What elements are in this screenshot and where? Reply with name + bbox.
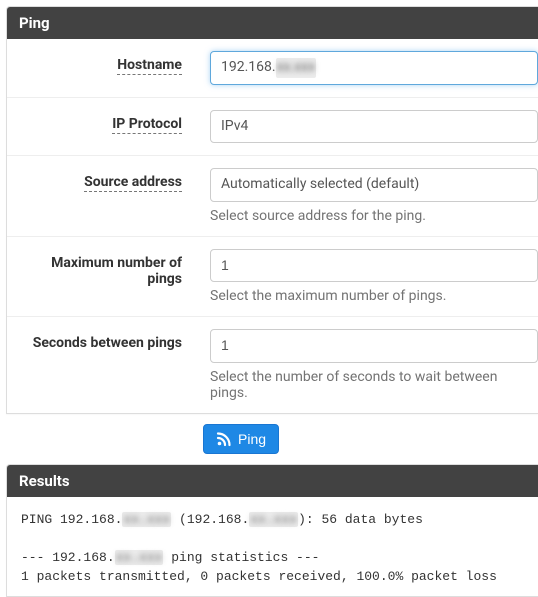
max-pings-input[interactable] bbox=[210, 249, 538, 283]
ping-button-label: Ping bbox=[238, 431, 266, 447]
rss-icon bbox=[216, 431, 232, 447]
ip-protocol-select[interactable]: IPv4 bbox=[210, 110, 538, 144]
results-output: PING 192.168.xx.xxx (192.168.xx.xxx): 56… bbox=[7, 497, 538, 596]
source-address-help: Select source address for the ping. bbox=[210, 208, 538, 224]
label-source-address: Source address bbox=[7, 168, 194, 190]
row-source-address: Source address Automatically selected (d… bbox=[7, 156, 538, 237]
results-panel: Results PING 192.168.xx.xxx (192.168.xx.… bbox=[6, 464, 538, 597]
label-hostname: Hostname bbox=[7, 51, 194, 73]
ping-form: Hostname 192.168.xx.xxx IP Protocol IPv4… bbox=[7, 39, 538, 413]
ping-button[interactable]: Ping bbox=[203, 424, 279, 454]
seconds-between-help: Select the number of seconds to wait bet… bbox=[210, 369, 538, 401]
label-seconds-between: Seconds between pings bbox=[7, 329, 194, 351]
max-pings-help: Select the maximum number of pings. bbox=[210, 288, 538, 304]
source-address-select[interactable]: Automatically selected (default) bbox=[210, 168, 538, 202]
panel-title: Ping bbox=[7, 7, 538, 39]
label-max-pings: Maximum number of pings bbox=[7, 249, 194, 287]
hostname-input[interactable]: 192.168.xx.xxx bbox=[210, 51, 538, 85]
row-seconds-between: Seconds between pings Select the number … bbox=[7, 317, 538, 413]
seconds-between-input[interactable] bbox=[210, 329, 538, 363]
label-ip-protocol: IP Protocol bbox=[7, 110, 194, 132]
row-hostname: Hostname 192.168.xx.xxx bbox=[7, 39, 538, 98]
ping-panel: Ping Hostname 192.168.xx.xxx IP Protocol… bbox=[6, 6, 538, 414]
row-ip-protocol: IP Protocol IPv4 bbox=[7, 98, 538, 157]
action-row: Ping bbox=[0, 414, 538, 464]
results-title: Results bbox=[7, 465, 538, 497]
row-max-pings: Maximum number of pings Select the maxim… bbox=[7, 237, 538, 318]
